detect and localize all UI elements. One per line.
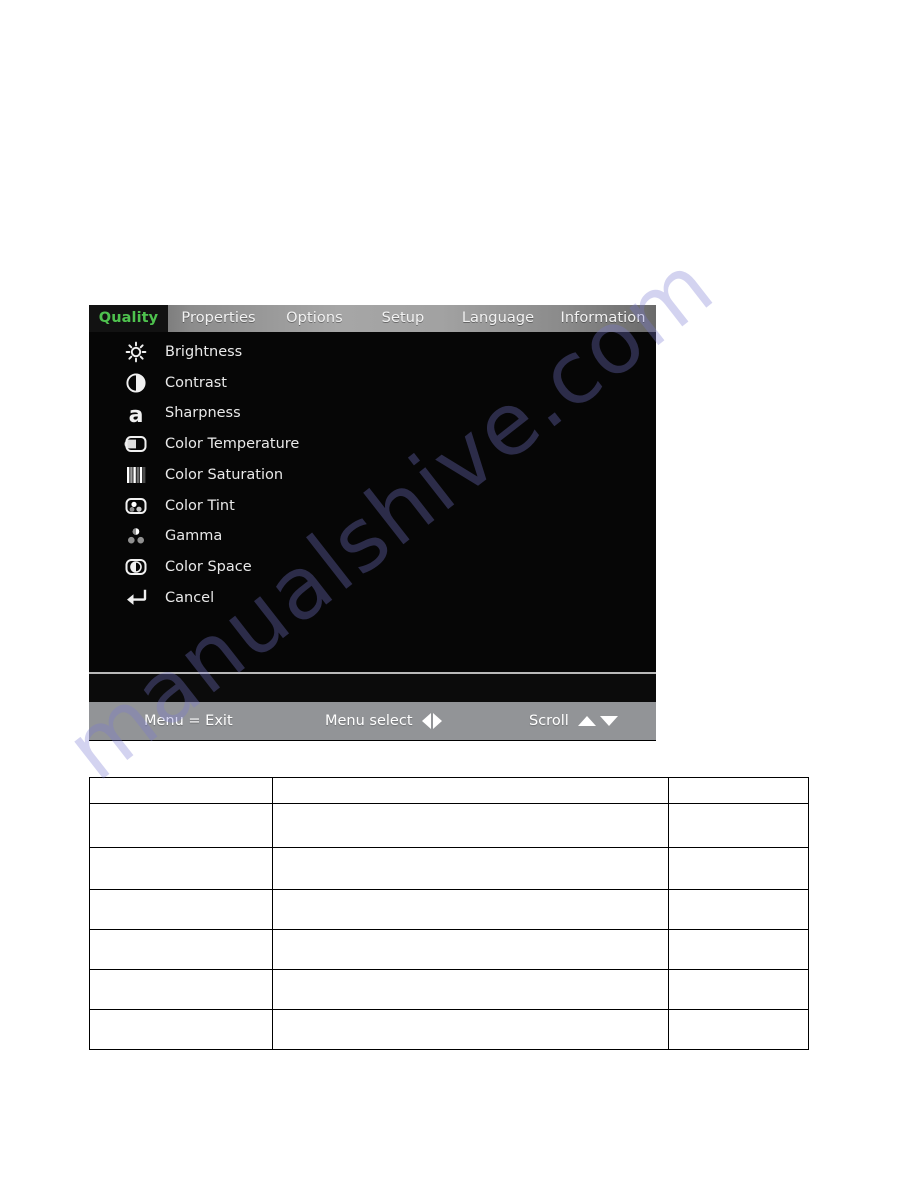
sharpness-letter-a-icon: a	[119, 401, 153, 427]
osd-menu-item-label: Cancel	[165, 589, 215, 606]
hint-scroll-label: Scroll	[529, 713, 569, 729]
osd-menu-item-sharpness[interactable]: a Sharpness	[89, 398, 656, 429]
hint-menu-exit: Menu = Exit	[144, 702, 233, 740]
table-cell	[272, 969, 669, 1010]
color-tint-icon	[119, 493, 153, 519]
table-row	[89, 969, 809, 1010]
osd-tab-information[interactable]: Information	[550, 305, 656, 332]
osd-menu-item-brightness[interactable]: Brightness	[89, 337, 656, 368]
table-cell	[272, 803, 669, 848]
brightness-sun-icon	[119, 339, 153, 365]
table-cell	[668, 777, 809, 804]
arrow-left-icon	[421, 713, 431, 729]
osd-menu-item-cancel[interactable]: Cancel	[89, 583, 656, 614]
osd-menu-item-label: Color Space	[165, 558, 252, 575]
table-row	[89, 847, 809, 890]
osd-tab-bar: Quality Properties Options Setup Language Inf…	[89, 305, 656, 332]
arrow-up-icon	[577, 716, 596, 726]
table-row	[89, 889, 809, 930]
osd-menu-item-label: Sharpness	[165, 405, 241, 422]
color-space-icon	[119, 554, 153, 580]
osd-value-strip	[89, 674, 656, 702]
cancel-return-arrow-icon	[119, 585, 153, 611]
osd-menu-list: Brightness Contrast a Sharpness Color Temper…	[89, 332, 656, 672]
table-cell	[668, 803, 809, 848]
table-cell	[89, 889, 273, 930]
osd-menu-item-contrast[interactable]: Contrast	[89, 368, 656, 399]
osd-footer-hint-bar: Menu = Exit Menu select Scroll	[89, 702, 656, 740]
gamma-dots-icon	[119, 523, 153, 549]
osd-menu-item-color-tint[interactable]: Color Tint	[89, 490, 656, 521]
table-cell	[668, 969, 809, 1010]
table-cell	[89, 777, 273, 804]
table-cell	[272, 889, 669, 930]
table-row	[89, 803, 809, 848]
table-cell	[89, 929, 273, 970]
table-cell	[272, 929, 669, 970]
arrow-down-icon	[599, 716, 618, 726]
osd-menu-item-label: Gamma	[165, 528, 223, 545]
menu-select-arrows	[421, 713, 442, 729]
table-cell	[668, 847, 809, 890]
table-cell	[272, 1009, 669, 1050]
svg-text:a: a	[129, 403, 144, 426]
table-cell	[89, 969, 273, 1010]
table-row	[89, 929, 809, 970]
spec-table	[89, 777, 809, 1050]
spec-table-body	[89, 777, 809, 1050]
osd-menu-item-label: Color Saturation	[165, 466, 284, 483]
hint-menu-select-label: Menu select	[325, 713, 413, 729]
osd-menu-item-label: Color Tint	[165, 497, 235, 514]
table-cell	[89, 803, 273, 848]
osd-tab-options[interactable]: Options	[269, 305, 360, 332]
table-cell	[668, 889, 809, 930]
osd-menu-item-gamma[interactable]: Gamma	[89, 521, 656, 552]
table-cell	[272, 847, 669, 890]
table-cell	[668, 929, 809, 970]
osd-menu-item-label: Brightness	[165, 344, 243, 361]
contrast-half-circle-icon	[119, 370, 153, 396]
osd-tab-setup[interactable]: Setup	[360, 305, 446, 332]
table-cell	[272, 777, 669, 804]
osd-tab-properties[interactable]: Properties	[168, 305, 269, 332]
osd-menu-item-label: Contrast	[165, 374, 227, 391]
osd-tab-quality[interactable]: Quality	[89, 305, 168, 332]
color-temperature-icon	[119, 431, 153, 457]
osd-menu-item-label: Color Temperature	[165, 436, 300, 453]
table-cell	[668, 1009, 809, 1050]
table-row	[89, 777, 809, 804]
table-row	[89, 1009, 809, 1050]
hint-scroll: Scroll	[529, 702, 618, 740]
hint-menu-select: Menu select	[325, 702, 442, 740]
table-cell	[89, 1009, 273, 1050]
arrow-right-icon	[432, 713, 442, 729]
osd-menu-item-color-temperature[interactable]: Color Temperature	[89, 429, 656, 460]
osd-menu-item-color-saturation[interactable]: Color Saturation	[89, 460, 656, 491]
scroll-arrows	[577, 716, 618, 726]
hint-menu-exit-label: Menu = Exit	[144, 713, 233, 729]
osd-menu-item-color-space[interactable]: Color Space	[89, 552, 656, 583]
color-saturation-bars-icon	[119, 462, 153, 488]
table-cell	[89, 847, 273, 890]
osd-tab-language[interactable]: Language	[446, 305, 550, 332]
osd-menu-panel: Quality Properties Options Setup Language Inf…	[89, 305, 656, 741]
